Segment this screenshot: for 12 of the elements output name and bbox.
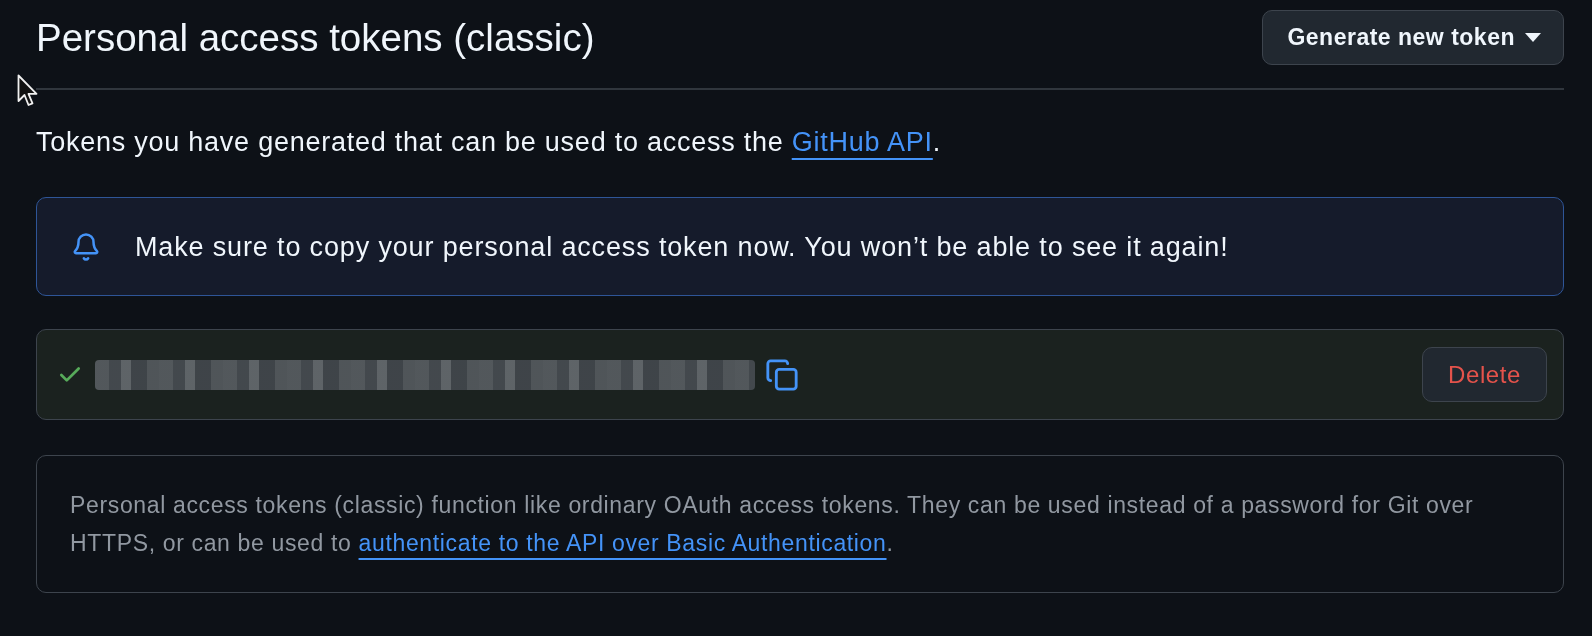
page-title: Personal access tokens (classic) — [36, 14, 595, 61]
bell-icon — [71, 231, 101, 262]
notice-message: Make sure to copy your personal access token now. You won’t be able to see it again! — [135, 230, 1229, 264]
delete-button[interactable]: Delete — [1422, 347, 1547, 402]
caret-icon — [1525, 33, 1541, 42]
generate-token-button[interactable]: Generate new token — [1262, 10, 1564, 65]
mouse-pointer-icon — [17, 74, 38, 107]
github-api-link[interactable]: GitHub API — [791, 127, 933, 157]
basic-auth-link[interactable]: authenticate to the API over Basic Authentication — [358, 530, 887, 556]
info-text: Personal access tokens (classic) function like ordinary OAuth access tokens. They can be used instead of a password for Git over HTTPS, or can be used to authenticate to the API over Basic Authentication. — [70, 491, 1475, 558]
copy-icon[interactable] — [765, 357, 799, 392]
intro-text: Tokens you have generated that can be used to access the GitHub API. — [36, 126, 943, 159]
